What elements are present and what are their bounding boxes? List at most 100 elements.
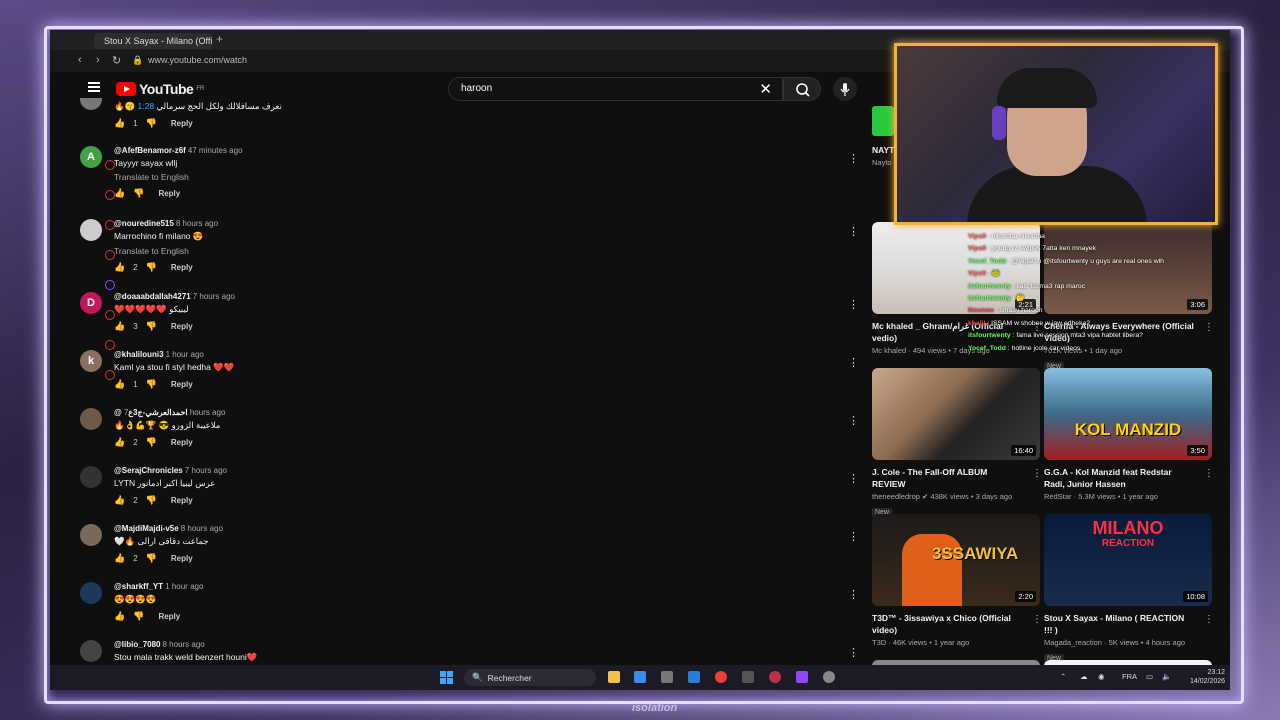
network-icon[interactable]: ▭ <box>1146 672 1153 681</box>
dislike-icon[interactable]: 👎 <box>146 379 157 390</box>
video-card[interactable]: MILANO REACTION 10:08 Stou X Sayax - Mil… <box>1044 514 1214 665</box>
more-options-icon[interactable]: ⋮ <box>848 472 859 485</box>
reply-button[interactable]: Reply <box>171 496 193 505</box>
chrome-icon[interactable] <box>715 671 727 683</box>
volume-icon[interactable]: 🔈 <box>1162 672 1171 681</box>
youtube-logo[interactable]: YouTube FR <box>116 81 204 97</box>
reply-button[interactable]: Reply <box>171 263 193 272</box>
dislike-icon[interactable]: 👎 <box>146 321 157 332</box>
comment-author[interactable]: @khalilouni3 1 hour ago <box>114 350 814 359</box>
url-field[interactable]: www.youtube.com/watch <box>148 55 247 65</box>
store-icon[interactable] <box>661 671 673 683</box>
like-icon[interactable]: 👍 <box>114 553 125 564</box>
settings-icon[interactable] <box>823 671 835 683</box>
reply-button[interactable]: Reply <box>171 554 193 563</box>
like-icon[interactable]: 👍 <box>114 437 125 448</box>
comment-author[interactable]: @libio_7080 8 hours ago <box>114 640 814 649</box>
reply-button[interactable]: Reply <box>171 380 193 389</box>
reply-button[interactable]: Reply <box>158 612 180 621</box>
reply-button[interactable]: Reply <box>158 189 180 198</box>
reply-button[interactable]: Reply <box>171 322 193 331</box>
avatar[interactable] <box>80 219 102 241</box>
like-icon[interactable]: 👍 <box>114 118 125 129</box>
video-card[interactable]: 16:40 J. Cole - The Fall-Off ALBUM REVIE… <box>872 368 1042 519</box>
comment-author[interactable]: @AfefBenamor-z6f 47 minutes ago <box>114 146 814 155</box>
more-options-icon[interactable]: ⋮ <box>848 414 859 427</box>
more-options-icon[interactable]: ⋮ <box>848 646 859 659</box>
cloud-icon[interactable]: ☁ <box>1080 672 1088 681</box>
channel-name[interactable]: RedStar · 5.3M views • 1 year ago <box>1044 492 1212 501</box>
more-options-icon[interactable]: ⋮ <box>1032 614 1042 625</box>
tray-chevron-icon[interactable]: ⌃ <box>1060 672 1066 681</box>
like-icon[interactable]: 👍 <box>114 379 125 390</box>
reload-icon[interactable]: ↻ <box>112 54 121 67</box>
dislike-icon[interactable]: 👎 <box>133 188 144 199</box>
like-icon[interactable]: 👍 <box>114 611 125 622</box>
voice-search-button[interactable] <box>833 77 857 101</box>
avatar[interactable] <box>80 524 102 546</box>
avatar[interactable] <box>80 98 102 110</box>
avatar[interactable]: A <box>80 146 102 168</box>
avatar[interactable] <box>80 466 102 488</box>
dislike-icon[interactable]: 👎 <box>146 262 157 273</box>
browser-tab[interactable]: Stou X Sayax - Milano (Offi <box>94 33 212 49</box>
like-icon[interactable]: 👍 <box>114 495 125 506</box>
comment-author[interactable]: @nouredine515 8 hours ago <box>114 219 814 228</box>
app-icon[interactable] <box>742 671 754 683</box>
video-title[interactable]: J. Cole - The Fall-Off ALBUM REVIEW <box>872 466 1022 490</box>
avatar[interactable]: k <box>80 350 102 372</box>
video-thumbnail[interactable]: KOL MANZID 3:50 <box>1044 368 1212 460</box>
more-options-icon[interactable]: ⋮ <box>848 152 859 165</box>
video-title[interactable]: Stou X Sayax - Milano ( REACTION !!! ) <box>1044 612 1194 636</box>
reply-button[interactable]: Reply <box>171 438 193 447</box>
video-thumbnail[interactable]: 3SSAWIYA 2:20 <box>872 514 1040 606</box>
taskbar-search[interactable]: 🔍 Rechercher <box>464 669 596 686</box>
comment-author[interactable]: @SerajChronicles 7 hours ago <box>114 466 814 475</box>
dislike-icon[interactable]: 👎 <box>133 611 144 622</box>
channel-name[interactable]: T3D · 46K views • 1 year ago <box>872 638 1040 647</box>
defender-icon[interactable]: ◉ <box>1098 672 1105 681</box>
timestamp-link[interactable]: 1:28 <box>138 101 155 111</box>
reply-button[interactable]: Reply <box>171 119 193 128</box>
dislike-icon[interactable]: 👎 <box>146 118 157 129</box>
obs-icon[interactable] <box>769 671 781 683</box>
file-explorer-icon[interactable] <box>608 671 620 683</box>
menu-icon[interactable] <box>88 82 100 92</box>
comment-author[interactable]: @sharkff_YT 1 hour ago <box>114 582 814 591</box>
more-options-icon[interactable]: ⋮ <box>848 298 859 311</box>
system-clock[interactable]: 23:12 14/02/2026 <box>1190 668 1225 686</box>
more-options-icon[interactable]: ⋮ <box>848 356 859 369</box>
comment-author[interactable]: @احمدالعرشي-ج3ع7 hours ago <box>114 408 814 417</box>
channel-name[interactable]: Magada_reaction · 5K views • 4 hours ago <box>1044 638 1212 647</box>
clear-search-icon[interactable]: ✕ <box>759 80 772 98</box>
language-indicator[interactable]: FRA <box>1122 672 1137 681</box>
avatar[interactable] <box>80 640 102 662</box>
edge-icon[interactable] <box>688 671 700 683</box>
more-options-icon[interactable]: ⋮ <box>848 530 859 543</box>
comment-author[interactable]: @MajdiMajdi-v5e 8 hours ago <box>114 524 814 533</box>
video-thumbnail[interactable]: 16:40 <box>872 368 1040 460</box>
back-icon[interactable]: ‹ <box>78 54 82 66</box>
video-thumbnail[interactable] <box>872 106 894 136</box>
dislike-icon[interactable]: 👎 <box>146 553 157 564</box>
start-icon[interactable] <box>440 671 453 684</box>
video-thumbnail[interactable]: MILANO REACTION 10:08 <box>1044 514 1212 606</box>
dislike-icon[interactable]: 👎 <box>146 495 157 506</box>
avatar[interactable] <box>80 408 102 430</box>
video-card[interactable]: KOL MANZID 3:50 G.G.A - Kol Manzid feat … <box>1044 368 1214 501</box>
like-icon[interactable]: 👍 <box>114 188 125 199</box>
video-title[interactable]: G.G.A - Kol Manzid feat Redstar Radi, Ju… <box>1044 466 1194 490</box>
more-options-icon[interactable]: ⋮ <box>1204 614 1214 625</box>
comment-author[interactable]: @doaaabdallah4271 7 hours ago <box>114 292 814 301</box>
video-card[interactable]: 3SSAWIYA 2:20 T3D™ - 3issawiya x Chico (… <box>872 514 1042 647</box>
channel-name[interactable]: theneedledrop ✔ 438K views • 3 days ago <box>872 492 1040 501</box>
translate-link[interactable]: Translate to English <box>114 246 814 256</box>
more-options-icon[interactable]: ⋮ <box>1204 468 1214 479</box>
dislike-icon[interactable]: 👎 <box>146 437 157 448</box>
copilot-icon[interactable] <box>634 671 646 683</box>
more-options-icon[interactable]: ⋮ <box>848 225 859 238</box>
more-options-icon[interactable]: ⋮ <box>1032 468 1042 479</box>
new-tab-button[interactable]: + <box>216 32 223 46</box>
video-title[interactable]: T3D™ - 3issawiya x Chico (Official video… <box>872 612 1022 636</box>
more-options-icon[interactable]: ⋮ <box>848 588 859 601</box>
